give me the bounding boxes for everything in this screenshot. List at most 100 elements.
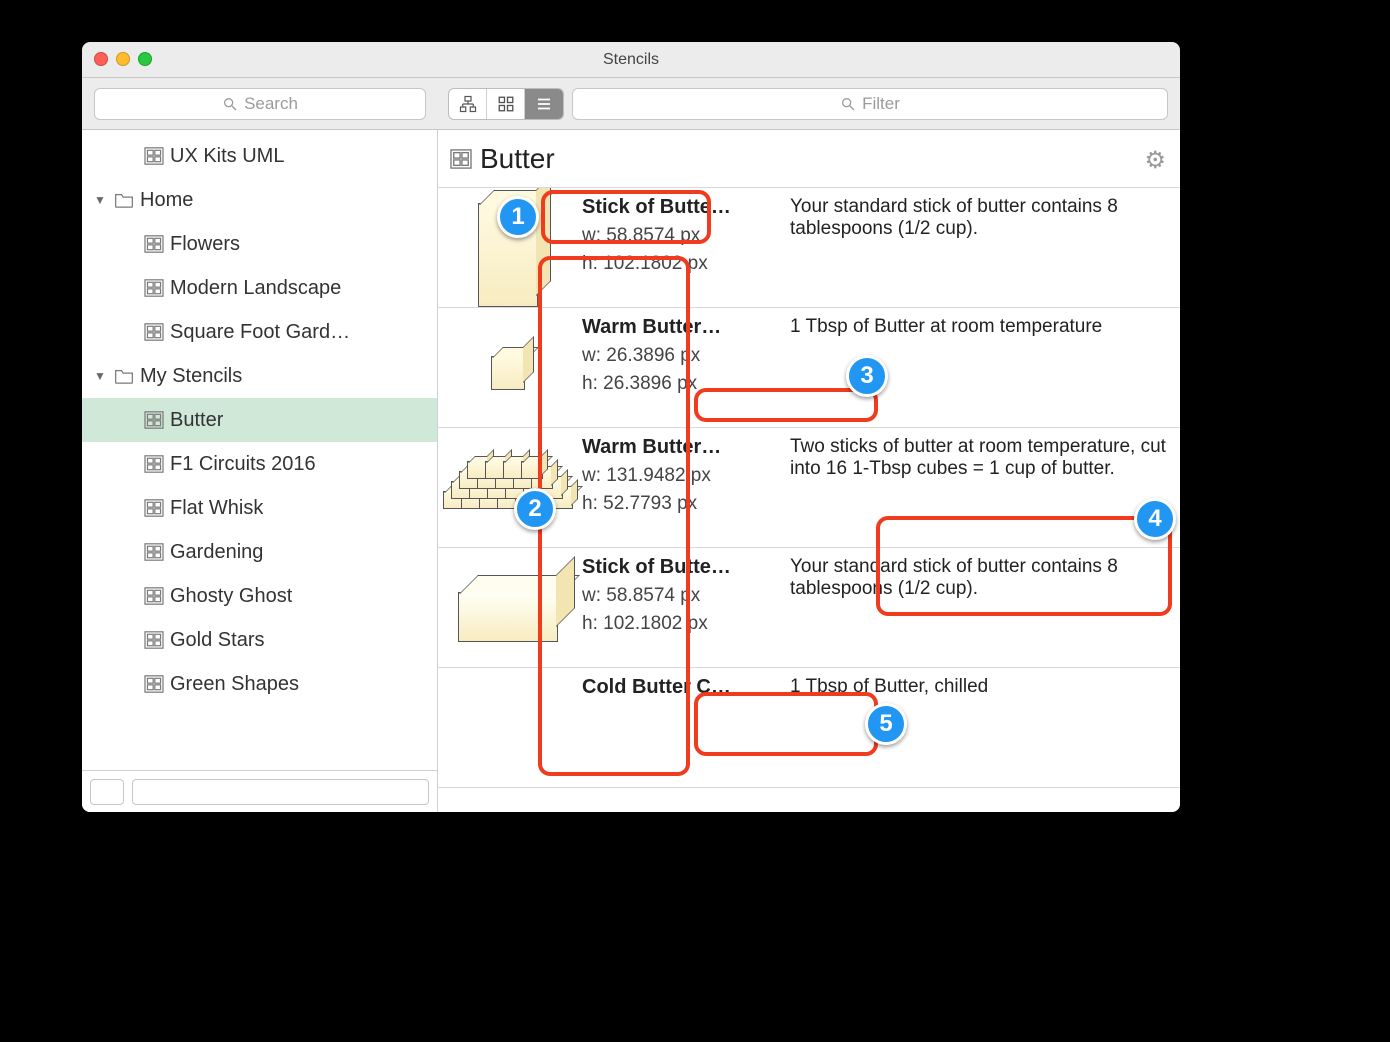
- folder-icon: [114, 192, 134, 209]
- item-thumbnail: [438, 548, 578, 667]
- stencil-icon: [144, 543, 164, 561]
- filter-icon: [840, 96, 856, 112]
- stencil-icon: [144, 499, 164, 517]
- stencil-list-item[interactable]: Warm Butter… w: 131.9482 px h: 52.7793 pxT…: [438, 428, 1180, 548]
- sidebar-item[interactable]: Green Shapes: [82, 662, 437, 706]
- sidebar-item-label: Butter: [170, 409, 223, 432]
- stencil-list-item[interactable]: Warm Butter… w: 26.3896 px h: 26.3896 px1 …: [438, 308, 1180, 428]
- item-name: Stick of Butte…: [582, 196, 774, 219]
- item-height: h: 102.1802 px: [582, 253, 774, 275]
- item-meta: Warm Butter… w: 131.9482 px h: 52.7793 px: [578, 428, 778, 547]
- item-thumbnail: [438, 668, 578, 787]
- disclosure-triangle-icon[interactable]: ▼: [92, 193, 108, 207]
- item-thumbnail: [438, 428, 578, 547]
- sidebar-item[interactable]: Modern Landscape: [82, 266, 437, 310]
- sidebar-item[interactable]: Ghosty Ghost: [82, 574, 437, 618]
- window-title: Stencils: [603, 51, 659, 69]
- close-icon[interactable]: [94, 52, 108, 66]
- item-meta: Stick of Butte… w: 58.8574 px h: 102.1802 …: [578, 188, 778, 307]
- search-input[interactable]: Search: [94, 88, 426, 120]
- item-thumbnail: [438, 188, 578, 307]
- item-description: 1 Tbsp of Butter at room temperature: [778, 308, 1180, 427]
- sidebar-item-label: Modern Landscape: [170, 277, 341, 300]
- filter-placeholder: Filter: [862, 94, 900, 114]
- toolbar: Search Filter: [82, 78, 1180, 130]
- item-meta: Stick of Butte… w: 58.8574 px h: 102.1802 …: [578, 548, 778, 667]
- stencil-tree: UX Kits UML ▼ Home Flowers Modern Landscape S…: [82, 130, 437, 770]
- view-grid-button[interactable]: [487, 89, 525, 119]
- disclosure-triangle-icon[interactable]: ▼: [92, 369, 108, 383]
- folder-icon: [114, 368, 134, 385]
- stencil-title: Butter: [480, 143, 555, 175]
- item-height: h: 52.7793 px: [582, 493, 774, 515]
- stencil-list-item[interactable]: Cold Butter C…1 Tbsp of Butter, chilled: [438, 668, 1180, 788]
- item-height: h: 26.3896 px: [582, 373, 774, 395]
- sidebar-item[interactable]: UX Kits UML: [82, 134, 437, 178]
- minimize-icon[interactable]: [116, 52, 130, 66]
- item-name: Warm Butter…: [582, 436, 774, 459]
- sidebar-item-label: F1 Circuits 2016: [170, 453, 316, 476]
- sidebar-item[interactable]: Flat Whisk: [82, 486, 437, 530]
- stencil-list-item[interactable]: Stick of Butte… w: 58.8574 px h: 102.1802 …: [438, 188, 1180, 308]
- stencils-window: Stencils Search Filter UX Kits UML ▼ Home F…: [82, 42, 1180, 812]
- content-pane: Butter ⚙ Stick of Butte… w: 58.8574 px h: …: [438, 130, 1180, 812]
- view-hierarchy-button[interactable]: [449, 89, 487, 119]
- view-mode-segmented: [448, 88, 564, 120]
- sidebar-item-label: Square Foot Gard…: [170, 321, 350, 344]
- sidebar-item-label: Green Shapes: [170, 673, 299, 696]
- view-list-button[interactable]: [525, 89, 563, 119]
- gear-icon[interactable]: ⚙: [1144, 146, 1166, 175]
- search-icon: [222, 96, 238, 112]
- item-description: Two sticks of butter at room temperature…: [778, 428, 1180, 547]
- item-width: w: 58.8574 px: [582, 585, 774, 607]
- sidebar-footer-field[interactable]: [132, 779, 429, 805]
- sidebar-item-label: Gold Stars: [170, 629, 264, 652]
- item-name: Stick of Butte…: [582, 556, 774, 579]
- stencil-icon: [144, 323, 164, 341]
- item-width: w: 131.9482 px: [582, 465, 774, 487]
- sidebar-item-label: Flowers: [170, 233, 240, 256]
- content-header: Butter ⚙: [438, 130, 1180, 188]
- sidebar-item[interactable]: Square Foot Gard…: [82, 310, 437, 354]
- item-name: Warm Butter…: [582, 316, 774, 339]
- stencil-icon: [144, 587, 164, 605]
- item-name: Cold Butter C…: [582, 676, 774, 699]
- stencil-item-list: Stick of Butte… w: 58.8574 px h: 102.1802 …: [438, 188, 1180, 812]
- sidebar-item-label: Gardening: [170, 541, 263, 564]
- sidebar-item-label: My Stencils: [140, 365, 242, 388]
- sidebar-folder[interactable]: ▼ Home: [82, 178, 437, 222]
- item-description: Your standard stick of butter contains 8…: [778, 548, 1180, 667]
- search-placeholder: Search: [244, 94, 298, 114]
- item-width: w: 58.8574 px: [582, 225, 774, 247]
- sidebar-item-label: Flat Whisk: [170, 497, 263, 520]
- sidebar-item[interactable]: Gold Stars: [82, 618, 437, 662]
- item-meta: Warm Butter… w: 26.3896 px h: 26.3896 px: [578, 308, 778, 427]
- sidebar-item[interactable]: F1 Circuits 2016: [82, 442, 437, 486]
- filter-input[interactable]: Filter: [572, 88, 1168, 120]
- sidebar-item[interactable]: Flowers: [82, 222, 437, 266]
- sidebar-item-label: UX Kits UML: [170, 145, 284, 168]
- item-description: Your standard stick of butter contains 8…: [778, 188, 1180, 307]
- stencil-icon: [144, 455, 164, 473]
- item-height: h: 102.1802 px: [582, 613, 774, 635]
- stencil-icon: [144, 411, 164, 429]
- sidebar-folder[interactable]: ▼ My Stencils: [82, 354, 437, 398]
- stencil-icon: [144, 631, 164, 649]
- stencil-icon: [450, 149, 472, 169]
- sidebar-item-label: Ghosty Ghost: [170, 585, 292, 608]
- stencil-icon: [144, 235, 164, 253]
- item-meta: Cold Butter C…: [578, 668, 778, 787]
- zoom-icon[interactable]: [138, 52, 152, 66]
- stencil-list-item[interactable]: Stick of Butte… w: 58.8574 px h: 102.1802 …: [438, 548, 1180, 668]
- sidebar-footer-button[interactable]: [90, 779, 124, 805]
- stencil-icon: [144, 279, 164, 297]
- item-description: 1 Tbsp of Butter, chilled: [778, 668, 1180, 787]
- item-thumbnail: [438, 308, 578, 427]
- sidebar: UX Kits UML ▼ Home Flowers Modern Landscape S…: [82, 130, 438, 812]
- sidebar-item[interactable]: Butter: [82, 398, 437, 442]
- item-width: w: 26.3896 px: [582, 345, 774, 367]
- sidebar-footer: [82, 770, 437, 812]
- stencil-icon: [144, 675, 164, 693]
- sidebar-item-label: Home: [140, 189, 193, 212]
- sidebar-item[interactable]: Gardening: [82, 530, 437, 574]
